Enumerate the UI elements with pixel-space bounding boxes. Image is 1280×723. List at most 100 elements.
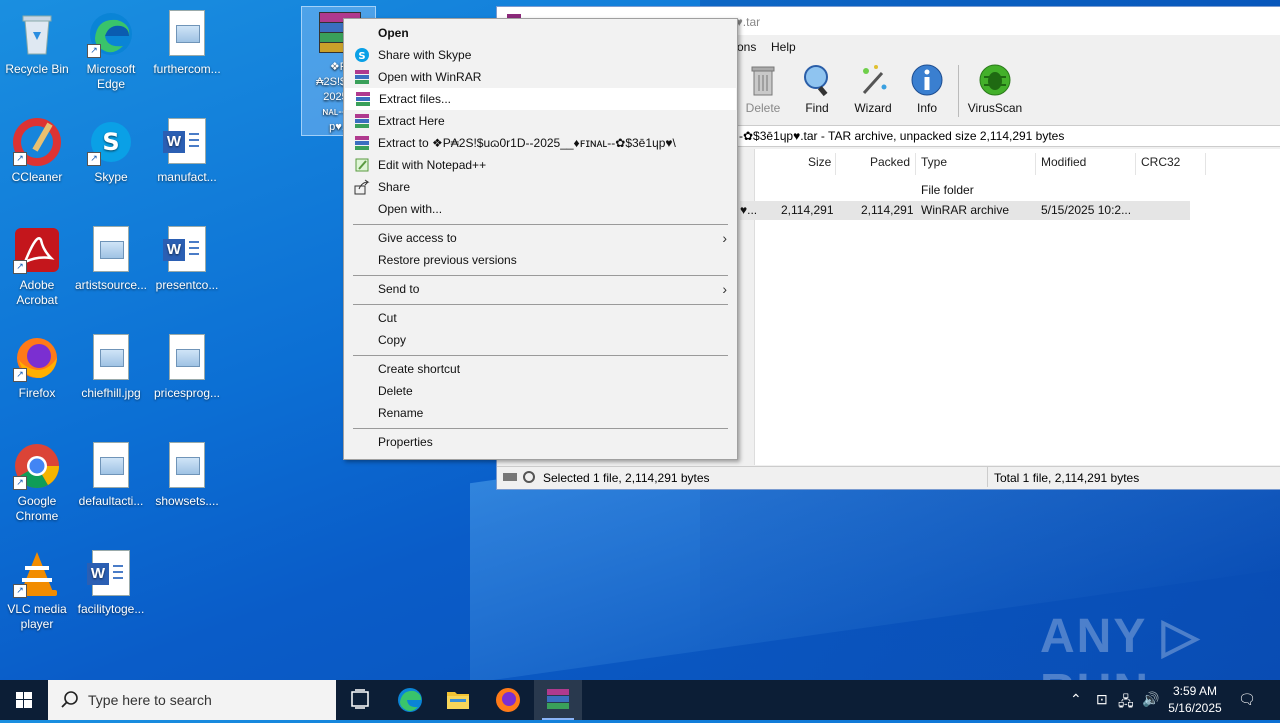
desktop-icon-firefox[interactable]: ↗ Firefox: [0, 328, 74, 401]
toolbar-separator: [958, 65, 959, 117]
menu-options[interactable]: ons: [737, 40, 756, 54]
desktop-icon-artistsource[interactable]: artistsource...: [74, 220, 148, 293]
winrar-icon: [354, 69, 370, 85]
magnifier-icon: [800, 63, 834, 97]
menu-item-open-with-winrar[interactable]: Open with WinRAR: [344, 66, 737, 88]
column-divider: [915, 153, 916, 175]
file-list[interactable]: Size Packed Type Modified CRC32 File fol…: [740, 149, 1280, 465]
table-row[interactable]: ♥... 2,114,291 2,114,291 WinRAR archive …: [740, 201, 1190, 220]
menu-item-cut[interactable]: Cut: [344, 307, 737, 329]
column-packed[interactable]: Packed: [870, 155, 910, 175]
winrar-icon: [355, 91, 371, 107]
info-icon: [910, 63, 944, 97]
shortcut-arrow-icon: ↗: [13, 584, 27, 598]
menu-help[interactable]: Help: [771, 40, 796, 54]
row-type: File folder: [921, 183, 974, 197]
shortcut-arrow-icon: ↗: [13, 152, 27, 166]
desktop-icon-skype[interactable]: S ↗ Skype: [74, 112, 148, 185]
chevron-right-icon: ›: [722, 281, 727, 297]
svg-text:S: S: [102, 128, 119, 156]
volume-icon[interactable]: 🔊: [1142, 691, 1159, 708]
menu-separator: [353, 355, 728, 356]
chevron-up-icon[interactable]: ⌃: [1070, 691, 1082, 708]
drive-icon: [503, 470, 537, 487]
toolbar-virusscan-button[interactable]: VirusScan: [965, 63, 1025, 115]
chrome-icon: ↗: [13, 442, 61, 490]
column-divider: [1205, 153, 1206, 175]
desktop-icon-defaultacti[interactable]: defaultacti...: [74, 436, 148, 509]
menu-item-rename[interactable]: Rename: [344, 402, 737, 424]
desktop-icon-presentco[interactable]: W presentco...: [150, 220, 224, 293]
firefox-icon: [496, 688, 520, 712]
chevron-right-icon: ›: [722, 230, 727, 246]
start-button[interactable]: [0, 680, 48, 720]
tray-app-icon[interactable]: ⊡: [1096, 691, 1108, 708]
menu-item-extract-files[interactable]: Extract files...: [345, 88, 736, 110]
taskbar-winrar[interactable]: [534, 680, 582, 720]
menu-item-delete[interactable]: Delete: [344, 380, 737, 402]
column-crc32[interactable]: CRC32: [1141, 155, 1180, 175]
desktop-icon-manufact[interactable]: W manufact...: [150, 112, 224, 185]
status-total: Total 1 file, 2,114,291 bytes: [994, 471, 1140, 485]
desktop-icon-vlc[interactable]: ↗ VLC media player: [0, 544, 74, 632]
row-size: 2,114,291: [781, 203, 834, 217]
desktop-icon-furthercom[interactable]: furthercom...: [150, 4, 224, 77]
desktop-icon-facilitytoge[interactable]: W facilitytoge...: [74, 544, 148, 617]
menu-item-give-access-to[interactable]: Give access to ›: [344, 227, 737, 249]
desktop-icon-ccleaner[interactable]: ↗ CCleaner: [0, 112, 74, 185]
toolbar-wizard-button[interactable]: Wizard: [845, 63, 901, 115]
context-menu: Open S Share with Skype Open with WinRAR…: [343, 18, 738, 460]
notification-icon[interactable]: 🗨: [1238, 691, 1256, 708]
row-packed: 2,114,291: [861, 203, 914, 217]
toolbar-find-button[interactable]: Find: [789, 63, 845, 115]
menu-item-restore-previous-versions[interactable]: Restore previous versions: [344, 249, 737, 271]
taskbar-search-box[interactable]: Type here to search: [48, 680, 336, 720]
magic-wand-icon: [856, 63, 890, 97]
windows-logo-icon: [16, 692, 32, 708]
menu-item-send-to[interactable]: Send to ›: [344, 278, 737, 300]
menu-item-create-shortcut[interactable]: Create shortcut: [344, 358, 737, 380]
desktop-icon-adobe-acrobat[interactable]: ↗ Adobe Acrobat: [0, 220, 74, 308]
skype-icon: S ↗: [87, 118, 135, 166]
recycle-bin-icon: [13, 10, 61, 58]
taskbar-file-explorer[interactable]: [434, 680, 482, 720]
network-icon[interactable]: 🖧: [1118, 691, 1134, 715]
menu-item-share[interactable]: Share: [344, 176, 737, 198]
row-type: WinRAR archive: [921, 203, 1010, 217]
image-file-icon: [87, 442, 135, 490]
menu-item-edit-with-notepad[interactable]: Edit with Notepad++: [344, 154, 737, 176]
taskbar-edge[interactable]: [386, 680, 434, 720]
virus-scan-icon: [978, 63, 1012, 97]
menu-item-properties[interactable]: Properties: [344, 431, 737, 453]
toolbar-info-button[interactable]: Info: [899, 63, 955, 115]
menu-item-copy[interactable]: Copy: [344, 329, 737, 351]
menu-item-share-with-skype[interactable]: S Share with Skype: [344, 44, 737, 66]
menu-item-extract-here[interactable]: Extract Here: [344, 110, 737, 132]
taskbar-firefox[interactable]: [484, 680, 532, 720]
task-view-button[interactable]: [336, 680, 384, 720]
desktop-icon-google-chrome[interactable]: ↗ Google Chrome: [0, 436, 74, 524]
menu-separator: [353, 275, 728, 276]
shortcut-arrow-icon: ↗: [87, 44, 101, 58]
menu-item-open[interactable]: Open: [344, 22, 737, 44]
ccleaner-icon: ↗: [13, 118, 61, 166]
shortcut-arrow-icon: ↗: [87, 152, 101, 166]
notepad-plus-plus-icon: [354, 157, 370, 173]
desktop-icon-recycle-bin[interactable]: Recycle Bin: [0, 4, 74, 77]
column-modified[interactable]: Modified: [1041, 155, 1086, 175]
winrar-icon: [354, 113, 370, 129]
column-size[interactable]: Size: [808, 155, 831, 175]
column-type[interactable]: Type: [921, 155, 947, 175]
column-divider: [1135, 153, 1136, 175]
row-modified: 5/15/2025 10:2...: [1041, 203, 1132, 217]
desktop-icon-microsoft-edge[interactable]: ↗ Microsoft Edge: [74, 4, 148, 92]
desktop-icon-pricesprog[interactable]: pricesprog...: [150, 328, 224, 401]
desktop-icon-showsets[interactable]: showsets....: [150, 436, 224, 509]
toolbar-delete-button[interactable]: Delete: [735, 63, 791, 115]
menu-item-open-with[interactable]: Open with...: [344, 198, 737, 220]
vlc-icon: ↗: [13, 550, 61, 598]
taskbar-clock[interactable]: 3:59 AM 5/16/2025: [1160, 683, 1230, 717]
table-row[interactable]: File folder: [755, 181, 1205, 200]
menu-item-extract-to[interactable]: Extract to ❖P₳2S!$uɷ0r1D--2025__♦ꜰɪɴᴀʟ--…: [344, 132, 737, 154]
desktop-icon-chiefhill[interactable]: chiefhill.jpg: [74, 328, 148, 401]
